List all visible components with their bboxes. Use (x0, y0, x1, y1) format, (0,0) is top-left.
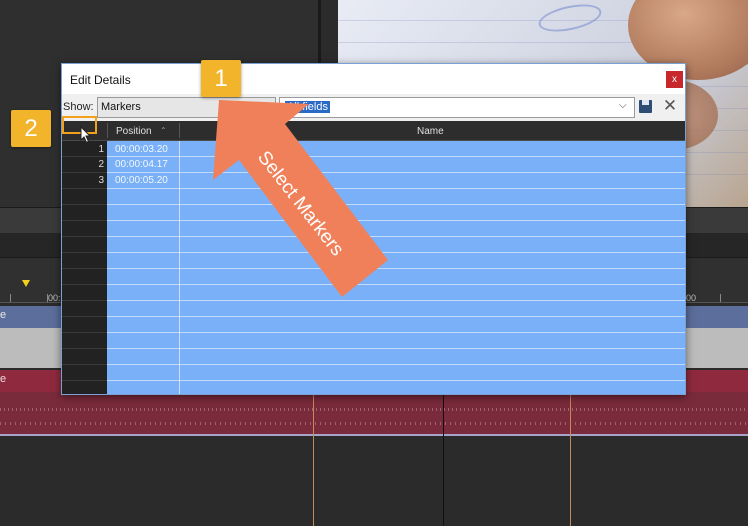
playhead-line (443, 392, 444, 526)
step-1-badge: 1 (201, 60, 241, 97)
dialog-titlebar[interactable]: Edit Details x (62, 64, 685, 94)
audio-waveform (0, 396, 748, 430)
close-icon[interactable]: x (666, 71, 683, 88)
timeline-marker-icon[interactable] (22, 280, 30, 287)
marker-position[interactable]: 00:00:03.20 (115, 144, 168, 155)
mouse-cursor-icon (80, 126, 92, 144)
column-header-position[interactable]: Position (116, 126, 152, 137)
ruler-label: 00: (48, 293, 61, 303)
show-label: Show: (63, 101, 94, 113)
video-track-name: e (0, 309, 7, 321)
delete-icon[interactable]: ✕ (660, 95, 680, 117)
ruler-label: 00 (686, 293, 697, 303)
show-dropdown-value: Markers (101, 101, 141, 113)
row-number[interactable]: 2 (92, 159, 104, 170)
chevron-down-icon[interactable]: ⌵ (619, 100, 627, 111)
column-header-name[interactable]: Name (417, 126, 444, 137)
select-markers-arrow: Select Markers (213, 100, 388, 297)
marker-line (313, 392, 314, 526)
step-2-badge: 2 (11, 110, 51, 147)
timeline-empty-area (0, 436, 748, 526)
marker-position[interactable]: 00:00:04.17 (115, 159, 168, 170)
row-number[interactable]: 3 (92, 175, 104, 186)
marker-line (570, 392, 571, 526)
save-icon[interactable] (637, 97, 654, 116)
dialog-title: Edit Details (70, 73, 131, 87)
audio-track-name: e (0, 373, 7, 385)
sort-icon: ⌃ (160, 126, 167, 135)
marker-position[interactable]: 00:00:05.20 (115, 175, 168, 186)
row-number[interactable]: 1 (92, 144, 104, 155)
